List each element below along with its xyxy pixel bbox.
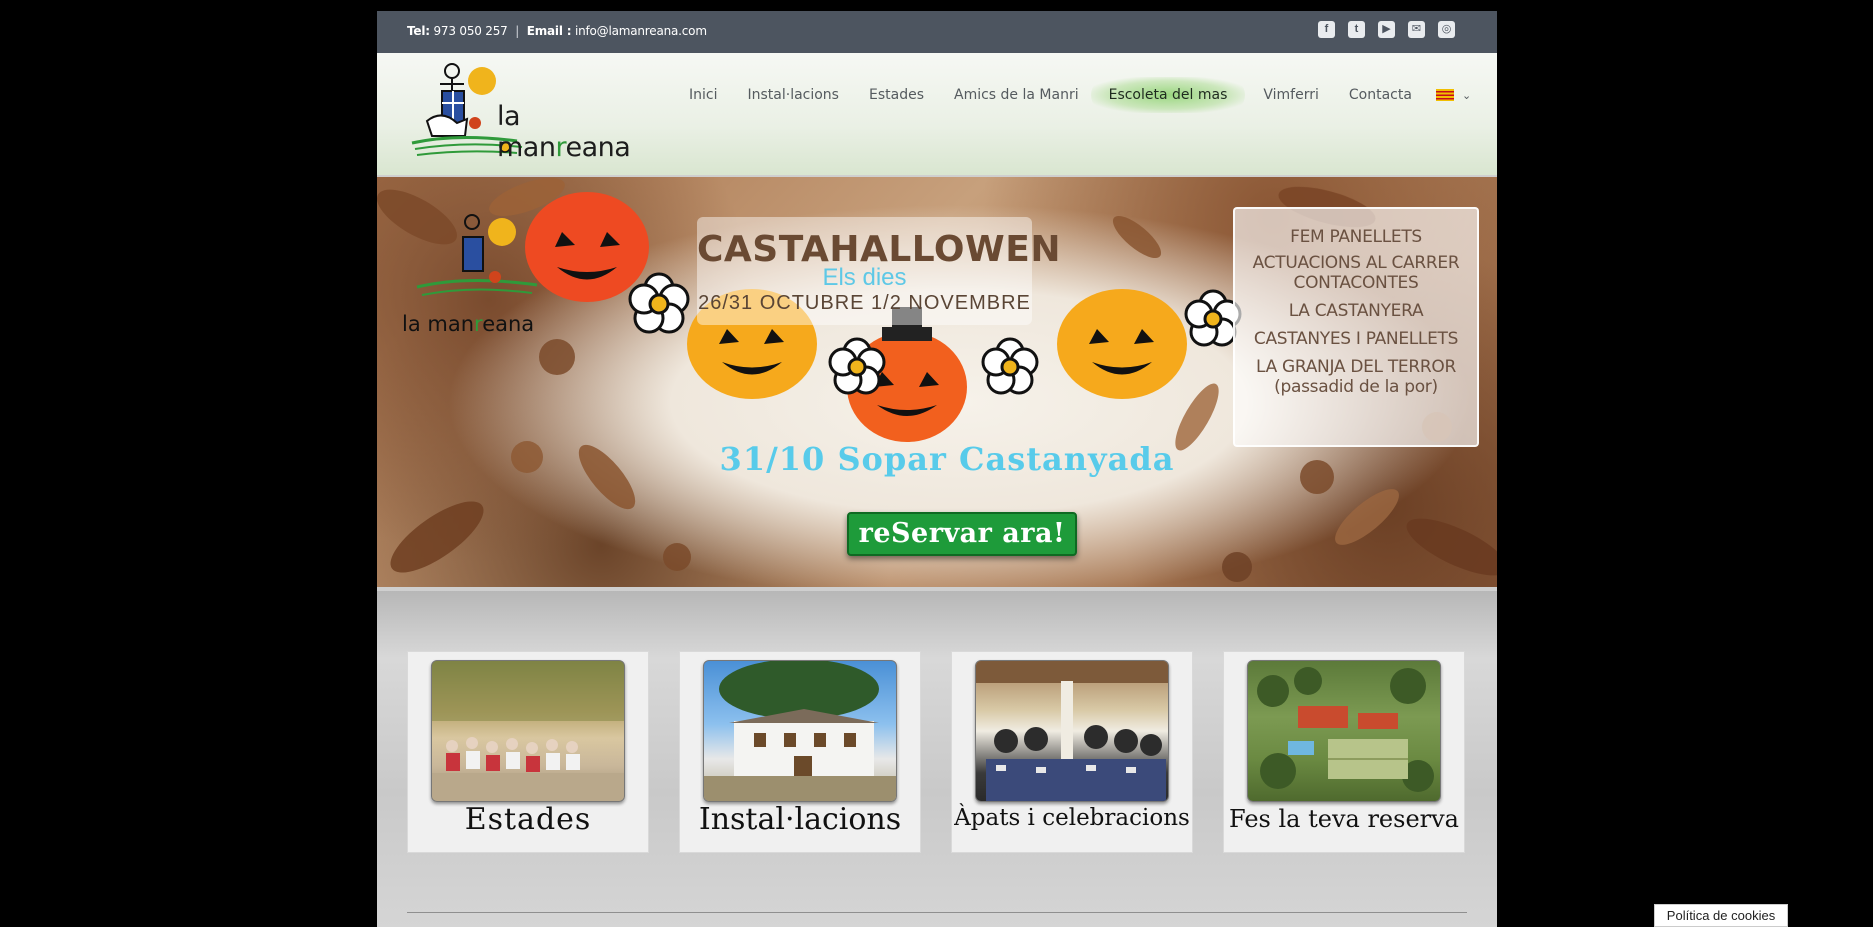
language-selector[interactable]: ⌄	[1435, 89, 1472, 102]
nav-item-inici[interactable]: Inici	[677, 79, 729, 111]
catalan-flag-icon	[1435, 89, 1454, 101]
instagram-icon[interactable]: ◎	[1438, 21, 1455, 38]
contact-info: Tel: 973 050 257 | Email : info@lamanrea…	[407, 24, 707, 38]
site-header: la manreana Inici Instal·lacions Estades…	[377, 53, 1497, 175]
content-section: Estades Instal·lacions Àpats i celebraci…	[377, 591, 1497, 927]
card-photo-installacions	[703, 660, 897, 802]
card-estades[interactable]: Estades	[407, 651, 649, 853]
hero-title-box: CASTAHALLOWEN Els dies 26/31 OCTUBRE 1/2…	[697, 217, 1060, 325]
logo-brand-text: la manreana	[497, 101, 631, 163]
activity-item: FEM PANELLETS	[1290, 227, 1422, 247]
twitter-icon[interactable]: t	[1348, 21, 1365, 38]
chevron-down-icon: ⌄	[1461, 89, 1472, 102]
main-nav: Inici Instal·lacions Estades Amics de la…	[677, 77, 1471, 113]
hero-activities-box: FEM PANELLETS ACTUACIONS AL CARRER CONTA…	[1233, 207, 1479, 447]
card-photo-estades	[431, 660, 625, 802]
reserve-now-button[interactable]: reServar ara!	[847, 512, 1077, 556]
card-caption-apats: Àpats i celebracions	[954, 805, 1190, 831]
card-caption-installacions: Instal·lacions	[698, 802, 902, 837]
aerial-photo-icon	[1257, 667, 1434, 792]
card-installacions[interactable]: Instal·lacions	[679, 651, 921, 853]
tel-value[interactable]: 973 050 257	[433, 24, 507, 38]
cookie-policy-link[interactable]: Política de cookies	[1654, 904, 1788, 927]
nav-item-installacions[interactable]: Instal·lacions	[735, 79, 851, 111]
hero-dinner-text: 31/10 Sopar Castanyada	[719, 440, 1175, 478]
nav-item-escoleta[interactable]: Escoleta del mas	[1090, 77, 1246, 113]
facebook-icon[interactable]: f	[1318, 21, 1335, 38]
card-photo-reserva	[1247, 660, 1441, 802]
card-caption-reserva: Fes la teva reserva	[1229, 805, 1459, 833]
nav-item-amics[interactable]: Amics de la Manri	[942, 79, 1091, 111]
page-container: Tel: 973 050 257 | Email : info@lamanrea…	[377, 11, 1497, 927]
nav-item-contacta[interactable]: Contacta	[1337, 79, 1424, 111]
hero-dates: 26/31 OCTUBRE 1/2 NOVEMBRE	[698, 292, 1031, 314]
site-logo[interactable]: la manreana	[407, 61, 657, 163]
email-label: Email :	[526, 24, 572, 38]
card-reserva[interactable]: Fes la teva reserva	[1223, 651, 1465, 853]
children-group-photo-icon	[432, 661, 624, 801]
card-caption-estades: Estades	[464, 802, 592, 837]
social-icons: f t ▶ ✉ ◎	[1318, 21, 1455, 38]
top-bar: Tel: 973 050 257 | Email : info@lamanrea…	[377, 11, 1497, 53]
section-divider	[407, 912, 1467, 913]
nav-item-vimferri[interactable]: Vimferri	[1251, 79, 1331, 111]
contact-separator: |	[515, 24, 520, 38]
activity-item: CASTANYES I PANELLETS	[1253, 329, 1459, 349]
card-apats[interactable]: Àpats i celebracions	[951, 651, 1193, 853]
dinner-photo-icon	[976, 661, 1168, 801]
hero-banner[interactable]: la manreana CASTAHALLOWEN Els dies 26/31…	[377, 177, 1497, 587]
building-photo-icon	[704, 661, 896, 801]
tel-label: Tel:	[407, 24, 430, 38]
email-link[interactable]: info@lamanreana.com	[575, 24, 707, 38]
hero-logo-text: la manreana	[402, 312, 535, 336]
card-photo-apats	[975, 660, 1169, 802]
youtube-icon[interactable]: ▶	[1378, 21, 1395, 38]
nav-item-estades[interactable]: Estades	[857, 79, 936, 111]
email-icon[interactable]: ✉	[1408, 21, 1425, 38]
activity-item: LA CASTANYERA	[1288, 301, 1424, 321]
